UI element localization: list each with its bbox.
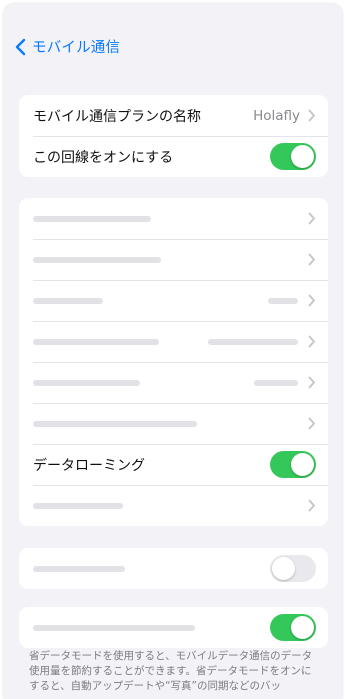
chevron-right-icon <box>308 376 315 389</box>
toggle-knob <box>291 145 314 168</box>
data-roaming-row: データローミング <box>19 444 328 485</box>
line-on-toggle[interactable] <box>270 143 316 170</box>
low-data-mode-footnote: 省データモードを使用すると、モバイルデータ通信のデータ使用量を節約することができ… <box>29 650 313 692</box>
chevron-right-icon <box>308 499 315 512</box>
chevron-right-icon <box>308 294 315 307</box>
redacted-text <box>33 256 161 263</box>
chevron-right-icon <box>308 335 315 348</box>
data-roaming-label: データローミング <box>33 457 145 474</box>
redacted-text <box>33 297 103 304</box>
redacted-text <box>33 624 195 631</box>
back-button[interactable]: モバイル通信 <box>14 36 120 57</box>
back-label: モバイル通信 <box>32 40 121 56</box>
line-on-label: この回線をオンにする <box>33 149 174 166</box>
chevron-right-icon <box>308 417 315 430</box>
redacted-text <box>33 379 140 386</box>
toggle-knob <box>291 616 314 639</box>
blurred-row[interactable] <box>19 198 328 239</box>
blurred-row[interactable] <box>19 403 328 444</box>
plan-name-label: モバイル通信プランの名称 <box>33 108 201 125</box>
plan-name-value: Holafly <box>253 107 300 124</box>
redacted-text <box>33 420 197 427</box>
chevron-right-icon <box>308 212 315 225</box>
redacted-text <box>33 565 125 572</box>
blurred-row[interactable] <box>19 321 328 362</box>
chevron-right-icon <box>308 253 315 266</box>
plan-group: モバイル通信プランの名称 Holafly この回線をオンにする <box>19 95 328 177</box>
line-on-row: この回線をオンにする <box>19 136 328 177</box>
blurred-row[interactable] <box>19 485 328 526</box>
redacted-value <box>254 379 298 386</box>
redacted-text <box>33 502 123 509</box>
data-roaming-toggle[interactable] <box>270 451 316 478</box>
redacted-text <box>33 215 151 222</box>
settings-group: データローミング <box>19 198 328 526</box>
chevron-right-icon <box>308 109 315 122</box>
low-data-mode-row <box>19 607 328 648</box>
redacted-value <box>268 297 298 304</box>
redacted-value <box>208 338 298 345</box>
chevron-left-icon <box>15 38 26 55</box>
low-data-mode-group <box>19 607 328 648</box>
blurred-toggle-row <box>19 548 328 589</box>
blurred-row[interactable] <box>19 239 328 280</box>
blurred-setting-toggle[interactable] <box>270 555 316 582</box>
toggle-knob <box>291 453 314 476</box>
redacted-text <box>33 338 159 345</box>
blurred-row[interactable] <box>19 280 328 321</box>
toggle-knob <box>272 557 295 580</box>
plan-name-row[interactable]: モバイル通信プランの名称 Holafly <box>19 95 328 136</box>
blurred-row[interactable] <box>19 362 328 403</box>
settings-screen: モバイル通信 モバイル通信プランの名称 Holafly この回線をオンにする デ… <box>4 4 342 699</box>
blurred-toggle-group <box>19 548 328 589</box>
low-data-mode-toggle[interactable] <box>270 614 316 641</box>
